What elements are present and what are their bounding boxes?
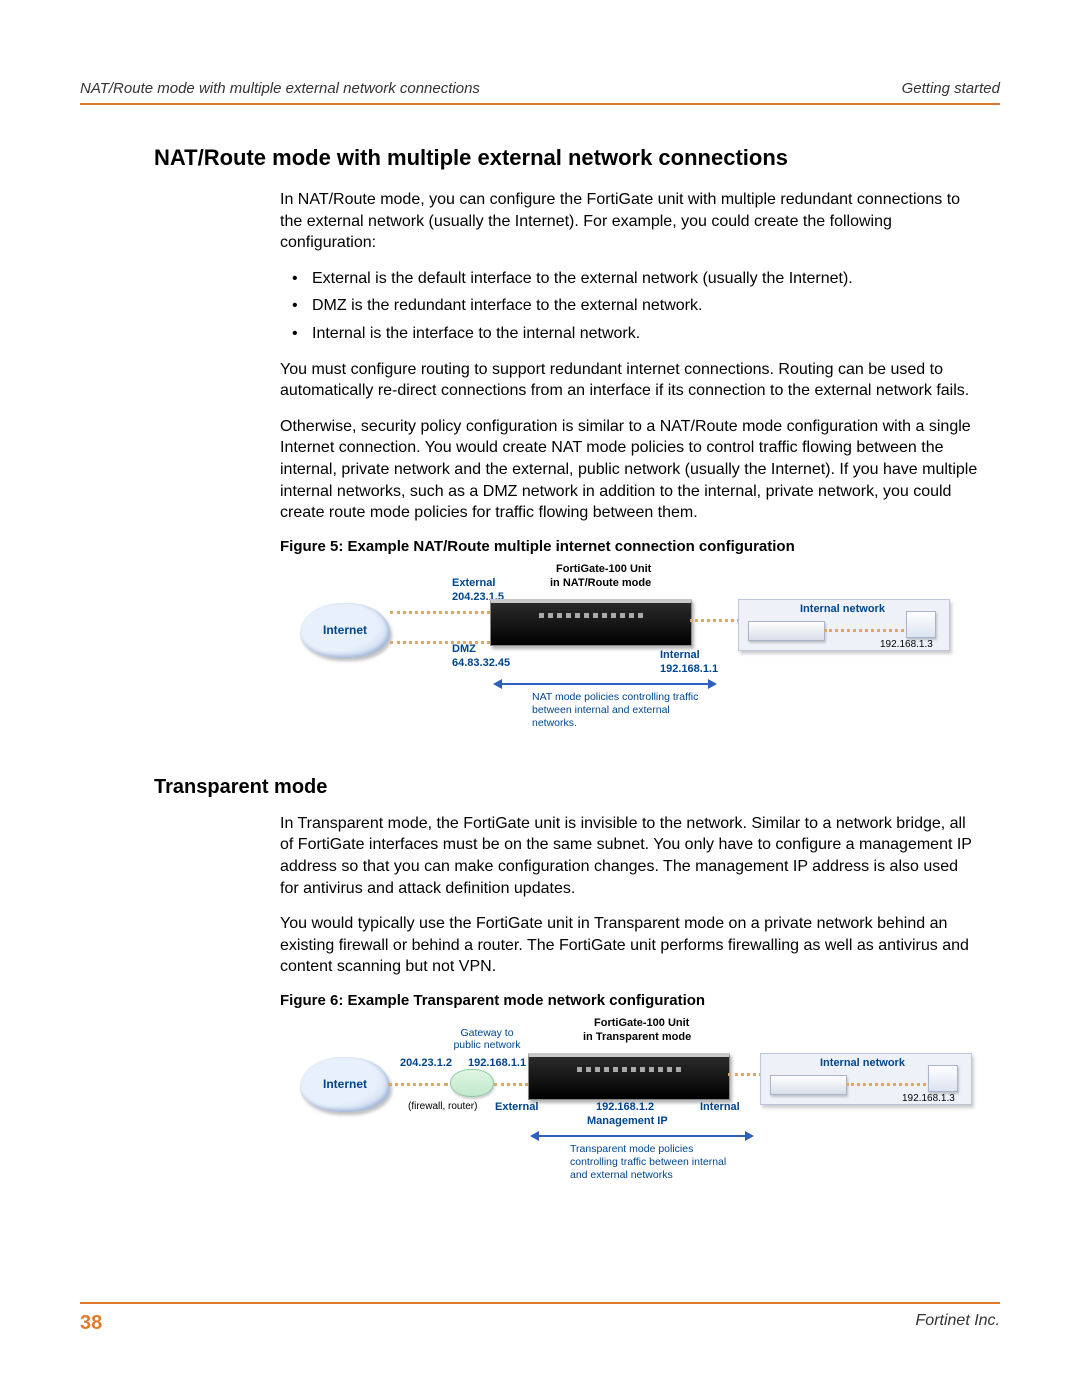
policy-arrow: [532, 1135, 752, 1137]
para: In Transparent mode, the FortiGate unit …: [280, 813, 980, 899]
link-host: [846, 1083, 926, 1086]
monitor-icon: [906, 611, 936, 638]
switch-icon: [748, 621, 825, 641]
body-section-2: In Transparent mode, the FortiGate unit …: [280, 813, 980, 978]
diagram-transparent: FortiGate-100 Unit in Transparent mode G…: [300, 1017, 940, 1192]
policy-arrow: [495, 683, 715, 685]
heading-transparent: Transparent mode: [154, 776, 1000, 799]
mgmt-label: Management IP: [587, 1115, 668, 1127]
list-item: External is the default interface to the…: [308, 268, 980, 290]
internal-net-label: Internal network: [800, 603, 885, 615]
body-section-1: In NAT/Route mode, you can configure the…: [280, 189, 980, 524]
internal-ip: 192.168.1.1: [660, 663, 718, 675]
fw-router-label: (firewall, router): [408, 1101, 477, 1112]
internet-label: Internet: [323, 623, 367, 637]
list-item: Internal is the interface to the interna…: [308, 323, 980, 345]
figure6: FortiGate-100 Unit in Transparent mode G…: [300, 1017, 940, 1192]
dmz-label: DMZ: [452, 643, 476, 655]
company-name: Fortinet Inc.: [916, 1312, 1000, 1335]
internal-net-label: Internal network: [820, 1057, 905, 1069]
external-label: External: [495, 1101, 538, 1113]
figure5-caption: Figure 5: Example NAT/Route multiple int…: [280, 538, 1000, 555]
diagram-nat-route: FortiGate-100 Unit in NAT/Route mode Ext…: [300, 563, 940, 748]
router-icon: [450, 1069, 494, 1097]
footer-rule: [80, 1302, 1000, 1304]
host-ip: 192.168.1.3: [902, 1093, 955, 1104]
link-ext: [388, 1083, 448, 1086]
running-footer: 38 Fortinet Inc.: [80, 1302, 1000, 1335]
internet-label: Internet: [323, 1077, 367, 1091]
device-mode: in Transparent mode: [583, 1031, 691, 1043]
bullet-list: External is the default interface to the…: [280, 268, 980, 345]
heading-nat-route: NAT/Route mode with multiple external ne…: [154, 145, 1000, 171]
fortigate-device-icon: [528, 1053, 730, 1100]
policy-note: NAT mode policies controlling traffic be…: [532, 691, 707, 730]
gw-ip: 192.168.1.1: [468, 1057, 526, 1069]
para: Otherwise, security policy configuration…: [280, 416, 980, 524]
external-label: External: [452, 577, 495, 589]
device-title: FortiGate-100 Unit: [556, 563, 651, 575]
ext-ip: 204.23.1.2: [400, 1057, 452, 1069]
link-external: [390, 611, 490, 614]
header-right: Getting started: [902, 80, 1000, 97]
mgmt-ip: 192.168.1.2: [596, 1101, 654, 1113]
internet-cloud-icon: Internet: [300, 1057, 390, 1112]
link-host: [824, 629, 904, 632]
internal-label: Internal: [700, 1101, 740, 1113]
page: NAT/Route mode with multiple external ne…: [0, 0, 1080, 1397]
policy-note: Transparent mode policies controlling tr…: [570, 1143, 740, 1182]
dmz-ip: 64.83.32.45: [452, 657, 510, 669]
device-title: FortiGate-100 Unit: [594, 1017, 689, 1029]
gateway-label: Gateway to public network: [452, 1027, 522, 1051]
para: You must configure routing to support re…: [280, 359, 980, 402]
page-number: 38: [80, 1312, 102, 1335]
switch-icon: [770, 1075, 847, 1095]
internet-cloud-icon: Internet: [300, 603, 390, 658]
fortigate-device-icon: [490, 599, 692, 646]
running-header: NAT/Route mode with multiple external ne…: [80, 80, 1000, 103]
link-gw: [494, 1083, 528, 1086]
list-item: DMZ is the redundant interface to the ex…: [308, 295, 980, 317]
link-internal: [690, 619, 740, 622]
figure5: FortiGate-100 Unit in NAT/Route mode Ext…: [300, 563, 940, 748]
monitor-icon: [928, 1065, 958, 1092]
header-rule: [80, 103, 1000, 105]
internal-label: Internal: [660, 649, 700, 661]
para: You would typically use the FortiGate un…: [280, 913, 980, 978]
link-internal: [728, 1073, 762, 1076]
device-mode: in NAT/Route mode: [550, 577, 651, 589]
figure6-caption: Figure 6: Example Transparent mode netwo…: [280, 992, 1000, 1009]
header-left: NAT/Route mode with multiple external ne…: [80, 80, 480, 97]
host-ip: 192.168.1.3: [880, 639, 933, 650]
para: In NAT/Route mode, you can configure the…: [280, 189, 980, 254]
